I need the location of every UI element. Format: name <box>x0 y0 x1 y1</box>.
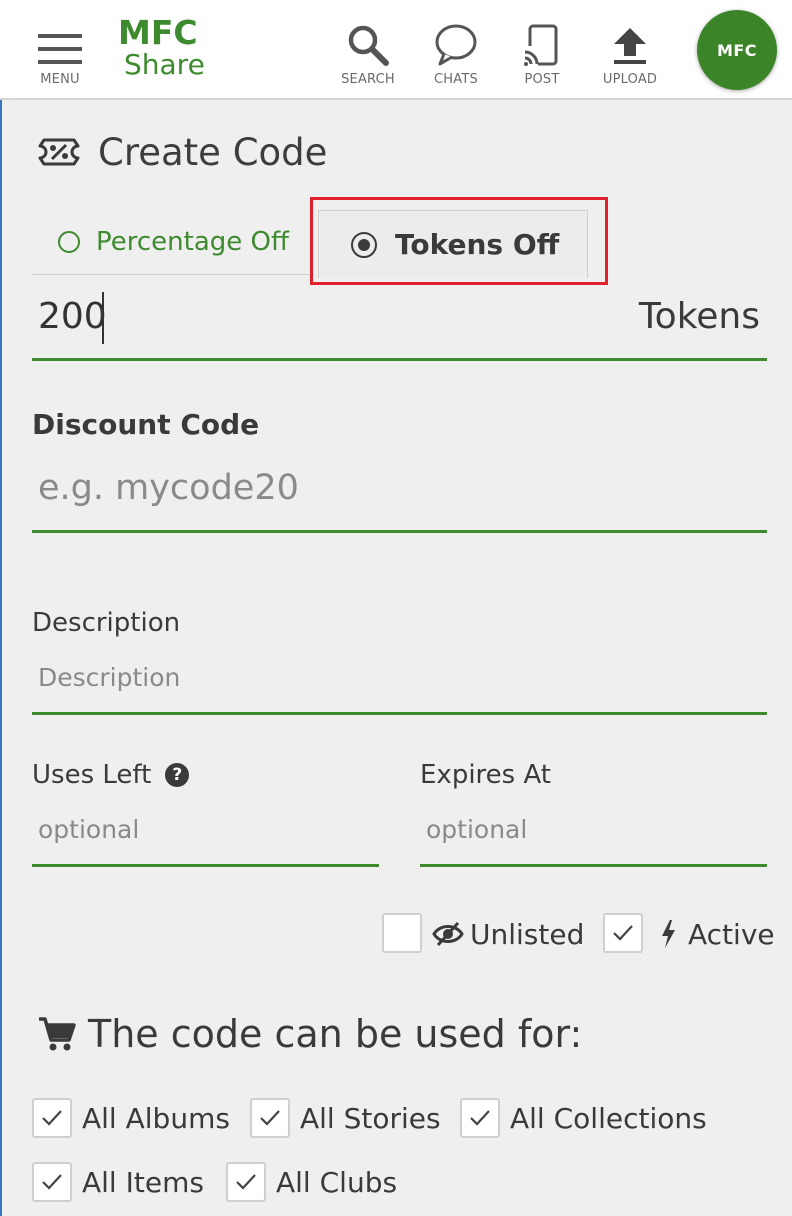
tab-percentage-off[interactable]: Percentage Off <box>58 222 289 262</box>
checkmark-icon <box>236 1174 256 1190</box>
upload-label: UPLOAD <box>602 72 658 87</box>
tokens-input-underline <box>32 358 767 361</box>
phone-cast-icon <box>524 24 558 66</box>
discount-code-underline <box>32 530 767 533</box>
all-clubs-label: All Clubs <box>276 1165 398 1199</box>
search-icon <box>348 25 389 66</box>
all-stories-checkbox[interactable] <box>250 1098 290 1138</box>
unlisted-label: Unlisted <box>470 917 585 951</box>
description-input[interactable]: Description <box>38 663 180 692</box>
checkmark-icon <box>260 1110 280 1126</box>
logo-line2: Share <box>124 48 205 81</box>
all-items-checkbox[interactable] <box>32 1162 72 1202</box>
uses-left-input[interactable]: optional <box>38 815 139 844</box>
checkmark-icon <box>613 925 633 941</box>
uses-left-underline <box>32 864 379 867</box>
shopping-cart-icon <box>39 1017 76 1051</box>
discount-ticket-icon <box>38 138 80 166</box>
usage-title: The code can be used for: <box>88 1012 583 1056</box>
description-underline <box>32 712 767 715</box>
search-button[interactable]: SEARCH <box>332 0 404 100</box>
usage-section-title: The code can be used for: <box>38 1008 582 1060</box>
app-header: MENU MFC Share SEARCH CHATS POST UPLOAD … <box>0 0 792 100</box>
all-albums-checkbox[interactable] <box>32 1098 72 1138</box>
all-items-label: All Items <box>82 1165 204 1199</box>
tab-divider <box>32 274 314 275</box>
all-collections-checkbox[interactable] <box>460 1098 500 1138</box>
chat-bubble-icon <box>435 24 477 66</box>
all-clubs-checkbox[interactable] <box>226 1162 266 1202</box>
checkmark-icon <box>470 1110 490 1126</box>
menu-button[interactable]: MENU <box>28 0 92 100</box>
expires-at-label: Expires At <box>420 760 551 790</box>
upload-arrow-icon <box>614 28 646 64</box>
text-caret <box>102 292 104 344</box>
post-button[interactable]: POST <box>506 0 578 100</box>
upload-button[interactable]: UPLOAD <box>592 0 668 100</box>
checkmark-icon <box>42 1110 62 1126</box>
tab-percentage-off-label: Percentage Off <box>96 227 289 257</box>
unlisted-option: Unlisted <box>432 914 584 954</box>
tokens-value[interactable]: 200 <box>38 296 107 337</box>
highlight-box <box>310 197 608 285</box>
logo-line1: MFC <box>118 13 198 52</box>
radio-unselected-icon <box>58 231 80 253</box>
tokens-unit-label: Tokens <box>638 296 760 337</box>
mfc-share-logo[interactable]: MFC Share <box>118 13 238 84</box>
avatar[interactable]: MFC <box>697 10 777 90</box>
unlisted-checkbox[interactable] <box>382 913 422 953</box>
all-stories-label: All Stories <box>300 1101 441 1135</box>
checkmark-icon <box>42 1174 62 1190</box>
post-label: POST <box>524 72 560 87</box>
expires-at-input[interactable]: optional <box>426 815 527 844</box>
question-circle-icon[interactable]: ? <box>165 763 190 787</box>
active-checkbox[interactable] <box>603 913 643 953</box>
chats-label: CHATS <box>434 72 478 87</box>
active-label: Active <box>688 917 775 951</box>
description-label: Description <box>32 608 181 638</box>
active-option: Active <box>660 914 775 954</box>
all-albums-label: All Albums <box>82 1101 230 1135</box>
page-heading: Create Code <box>38 128 327 176</box>
discount-code-input[interactable]: e.g. mycode20 <box>38 468 299 508</box>
page-title: Create Code <box>98 130 328 174</box>
uses-left-label-row: Uses Left ? <box>32 760 190 790</box>
hamburger-menu-icon <box>38 34 82 64</box>
all-collections-label: All Collections <box>510 1101 707 1135</box>
lightning-bolt-icon <box>662 920 675 948</box>
uses-left-label: Uses Left <box>32 760 152 790</box>
menu-label: MENU <box>40 72 80 87</box>
discount-code-label: Discount Code <box>32 408 260 441</box>
search-label: SEARCH <box>341 72 395 87</box>
left-edge-rule <box>0 0 2 1216</box>
expires-at-underline <box>420 864 767 867</box>
chats-button[interactable]: CHATS <box>420 0 492 100</box>
eye-slash-icon <box>432 921 464 947</box>
